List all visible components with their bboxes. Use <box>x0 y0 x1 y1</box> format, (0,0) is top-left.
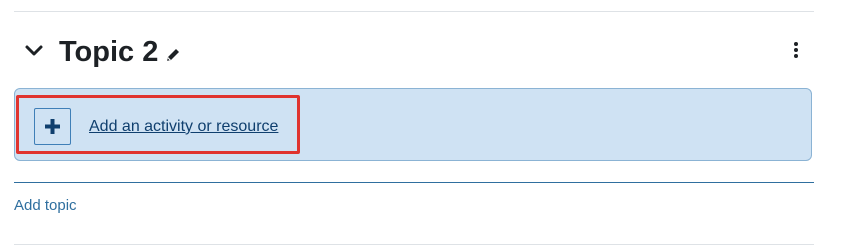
add-activity-button[interactable] <box>34 108 71 145</box>
add-topic-link[interactable]: Add topic <box>14 196 77 216</box>
add-activity-link[interactable]: Add an activity or resource <box>89 117 278 137</box>
chevron-down-icon[interactable] <box>24 41 44 61</box>
section-header: Topic 2 <box>14 30 814 74</box>
bottom-divider <box>14 244 814 245</box>
add-activity-panel[interactable]: Add an activity or resource <box>14 88 812 161</box>
kebab-menu-icon[interactable] <box>792 41 800 59</box>
section-divider <box>14 182 814 183</box>
pencil-icon[interactable] <box>164 46 182 64</box>
section-title: Topic 2 <box>59 36 159 68</box>
plus-icon <box>45 119 60 134</box>
top-divider <box>14 11 814 12</box>
